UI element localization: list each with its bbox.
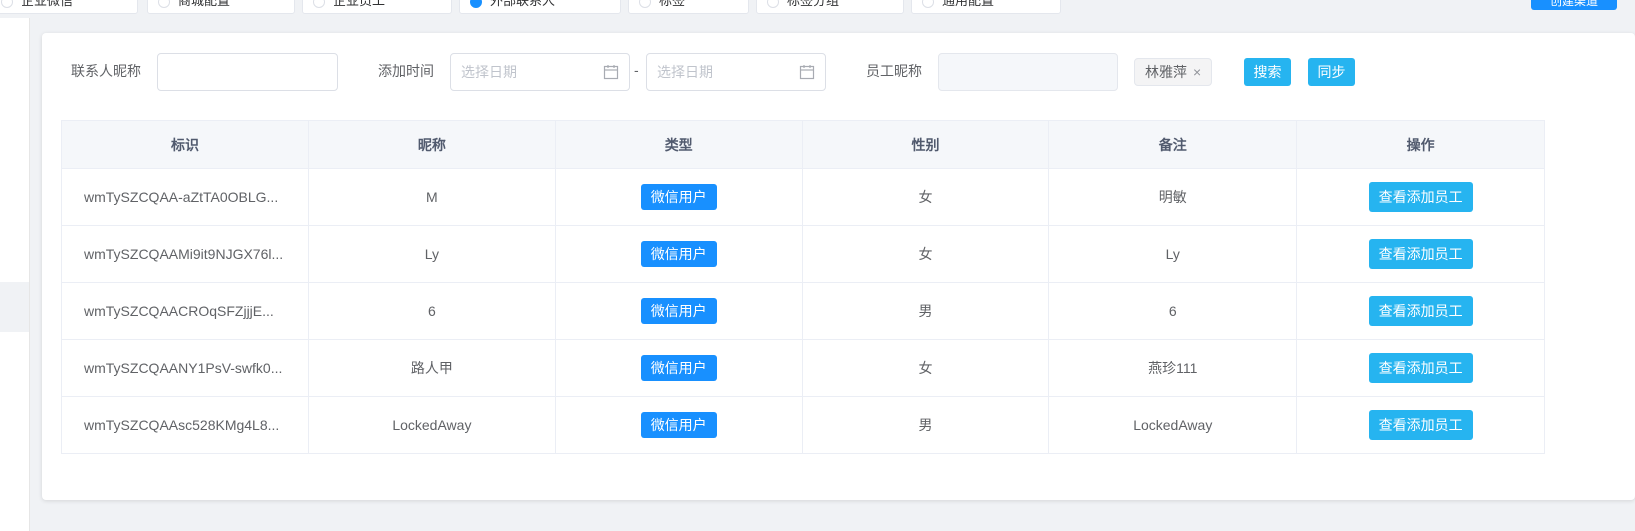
- radio-icon: [313, 0, 325, 8]
- type-badge: 微信用户: [640, 298, 717, 324]
- table-row: wmTySZCQAANY1PsV-swfk0... 路人甲 微信用户 女 燕珍1…: [61, 339, 1545, 397]
- view-employees-button[interactable]: 查看添加员工: [1368, 410, 1473, 440]
- radio-icon: [922, 0, 934, 8]
- end-date-placeholder: 选择日期: [657, 64, 713, 80]
- view-employees-button[interactable]: 查看添加员工: [1368, 353, 1473, 383]
- cell-gender: 男: [801, 396, 1050, 454]
- cell-remark: Ly: [1048, 225, 1298, 283]
- cell-type: 微信用户: [554, 225, 803, 283]
- sync-button[interactable]: 同步: [1308, 58, 1355, 86]
- contact-nickname-label: 联系人昵称: [71, 63, 141, 79]
- top-tab-strip: 企业微信 商城配置 企业员工 外部联系人 标签 标签分组 通用配置 创建渠道: [0, 0, 1635, 18]
- cell-action: 查看添加员工: [1296, 282, 1545, 340]
- calendar-icon: [603, 65, 619, 80]
- calendar-icon: [799, 65, 815, 80]
- cell-gender: 女: [801, 225, 1050, 283]
- cell-type: 微信用户: [554, 282, 803, 340]
- tab-3[interactable]: 外部联系人: [459, 0, 621, 14]
- view-employees-button[interactable]: 查看添加员工: [1368, 182, 1473, 212]
- cell-remark: 燕珍111: [1048, 339, 1298, 397]
- radio-icon: [639, 0, 651, 8]
- column-header-type: 类型: [554, 120, 803, 169]
- cell-id: wmTySZCQAAsc528KMg4L8...: [61, 396, 309, 454]
- cell-type: 微信用户: [554, 339, 803, 397]
- cell-action: 查看添加员工: [1296, 225, 1545, 283]
- cell-nickname: LockedAway: [307, 396, 556, 454]
- start-date-input[interactable]: 选择日期: [450, 53, 630, 91]
- employee-tag: 林雅萍 ×: [1134, 58, 1213, 86]
- type-badge: 微信用户: [640, 184, 717, 210]
- column-header-id: 标识: [61, 120, 309, 169]
- cell-id: wmTySZCQAACROqSFZjjjE...: [61, 282, 309, 340]
- column-header-nickname: 昵称: [307, 120, 556, 169]
- cell-gender: 男: [801, 282, 1050, 340]
- sidebar-active-item[interactable]: [0, 282, 29, 332]
- type-badge: 微信用户: [640, 412, 717, 438]
- date-separator: -: [634, 62, 639, 78]
- cell-gender: 女: [801, 168, 1050, 226]
- end-date-input[interactable]: 选择日期: [646, 53, 826, 91]
- tab-4[interactable]: 标签: [628, 0, 749, 14]
- main-card: 联系人昵称 添加时间 选择日期 - 选择日期 员工昵称 林雅萍 × 搜索 同步 标…: [42, 33, 1635, 500]
- cell-type: 微信用户: [554, 396, 803, 454]
- tab-6[interactable]: 通用配置: [911, 0, 1061, 14]
- employee-nickname-label: 员工昵称: [866, 63, 922, 79]
- contact-nickname-input[interactable]: [157, 53, 338, 91]
- cell-id: wmTySZCQAANY1PsV-swfk0...: [61, 339, 309, 397]
- view-employees-button[interactable]: 查看添加员工: [1368, 296, 1473, 326]
- tab-0[interactable]: 企业微信: [0, 0, 138, 14]
- tab-2[interactable]: 企业员工: [302, 0, 452, 14]
- start-date-placeholder: 选择日期: [461, 64, 517, 80]
- close-icon[interactable]: ×: [1193, 59, 1201, 85]
- column-header-gender: 性别: [801, 120, 1050, 169]
- cell-action: 查看添加员工: [1296, 396, 1545, 454]
- cell-nickname: 路人甲: [307, 339, 556, 397]
- type-badge: 微信用户: [640, 355, 717, 381]
- type-badge: 微信用户: [640, 241, 717, 267]
- cell-type: 微信用户: [554, 168, 803, 226]
- table-header-row: 标识 昵称 类型 性别 备注 操作: [61, 120, 1545, 169]
- add-time-label: 添加时间: [378, 63, 434, 79]
- employee-nickname-input[interactable]: [938, 53, 1118, 91]
- radio-icon: [158, 0, 170, 8]
- column-header-action: 操作: [1296, 120, 1545, 169]
- column-header-remark: 备注: [1048, 120, 1298, 169]
- table-row: wmTySZCQAAMi9it9NJGX76l... Ly 微信用户 女 Ly …: [61, 225, 1545, 283]
- radio-icon: [767, 0, 779, 8]
- cell-id: wmTySZCQAA-aZtTA0OBLG...: [61, 168, 309, 226]
- cell-remark: 明敏: [1048, 168, 1298, 226]
- cell-remark: LockedAway: [1048, 396, 1298, 454]
- contacts-table: 标识 昵称 类型 性别 备注 操作 wmTySZCQAA-aZtTA0OBLG.…: [61, 120, 1545, 454]
- cell-action: 查看添加员工: [1296, 168, 1545, 226]
- table-row: wmTySZCQAAsc528KMg4L8... LockedAway 微信用户…: [61, 396, 1545, 454]
- cell-gender: 女: [801, 339, 1050, 397]
- radio-icon: [1, 0, 13, 8]
- table-row: wmTySZCQAACROqSFZjjjE... 6 微信用户 男 6 查看添加…: [61, 282, 1545, 340]
- employee-tag-label: 林雅萍: [1145, 64, 1187, 80]
- cell-nickname: Ly: [307, 225, 556, 283]
- cell-id: wmTySZCQAAMi9it9NJGX76l...: [61, 225, 309, 283]
- sidebar: [0, 18, 30, 531]
- cell-nickname: 6: [307, 282, 556, 340]
- tab-5[interactable]: 标签分组: [756, 0, 904, 14]
- tab-1[interactable]: 商城配置: [147, 0, 295, 14]
- search-button[interactable]: 搜索: [1244, 58, 1291, 86]
- view-employees-button[interactable]: 查看添加员工: [1368, 239, 1473, 269]
- cell-nickname: M: [307, 168, 556, 226]
- cell-action: 查看添加员工: [1296, 339, 1545, 397]
- cell-remark: 6: [1048, 282, 1298, 340]
- radio-icon: [470, 0, 482, 8]
- create-channel-button[interactable]: 创建渠道: [1531, 0, 1617, 10]
- table-row: wmTySZCQAA-aZtTA0OBLG... M 微信用户 女 明敏 查看添…: [61, 168, 1545, 226]
